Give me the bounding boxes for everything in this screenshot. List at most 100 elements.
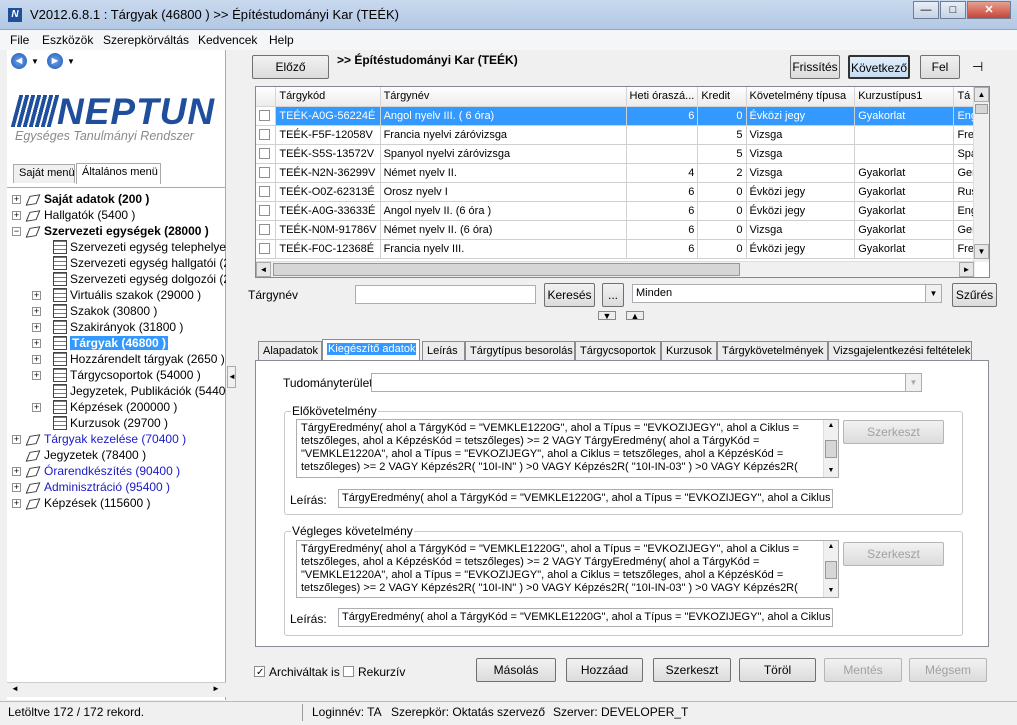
menu-szerepkorvaltas[interactable]: Szerepkörváltás: [103, 33, 189, 47]
tab-3[interactable]: Tárgytípus besorolás: [465, 341, 575, 361]
back-arrow-icon[interactable]: ◄: [11, 53, 27, 69]
tree-expander-icon[interactable]: +: [32, 323, 41, 332]
edit-button[interactable]: Szerkeszt: [653, 658, 731, 682]
elo-edit-button[interactable]: Szerkeszt: [843, 420, 944, 444]
tab-7[interactable]: Vizsgajelentkezési feltételek: [828, 341, 972, 361]
table-row[interactable]: TEÉK-A0G-33633É Angol nyelv II. (6 óra ) 6…: [256, 201, 989, 221]
row-checkbox[interactable]: [256, 239, 277, 259]
tree-item[interactable]: Szervezeti egység dolgozói (2880: [70, 271, 226, 287]
tree-expander-icon[interactable]: +: [12, 483, 21, 492]
menu-help[interactable]: Help: [269, 33, 294, 47]
collapse-left-panel-icon[interactable]: ◄: [227, 366, 236, 388]
prev-button[interactable]: Előző: [252, 55, 329, 79]
ellipsis-button[interactable]: ...: [602, 283, 624, 307]
tree-expander-icon[interactable]: +: [32, 307, 41, 316]
textarea-scrollbar[interactable]: ▲ ▼: [823, 420, 838, 477]
tree-item[interactable]: Tárgycsoportok (54000 ): [70, 367, 201, 383]
tab-1[interactable]: Kiegészítő adatok: [322, 339, 420, 361]
tab-altalanos-menu[interactable]: Általános menü: [76, 163, 161, 184]
pin-icon[interactable]: ⊣: [972, 59, 983, 75]
tree-item[interactable]: Jegyzetek (78400 ): [44, 447, 146, 463]
tree-item[interactable]: Szervezeti egység hallgatói (2860: [70, 255, 226, 271]
tree-item[interactable]: Jegyzetek, Publikációk (54400 ): [70, 383, 226, 399]
grid-vertical-scrollbar[interactable]: ▲ ▼: [973, 87, 989, 262]
recursive-checkbox[interactable]: Rekurzív: [343, 665, 405, 679]
table-row[interactable]: TEÉK-O0Z-62313É Orosz nyelv I 6 0 Évközi jeg…: [256, 182, 989, 202]
table-row[interactable]: TEÉK-F0C-12368É Francia nyelv III. 6 0 Évköz…: [256, 239, 989, 259]
subject-name-input[interactable]: [355, 285, 536, 304]
tab-2[interactable]: Leírás: [422, 341, 465, 361]
back-dropdown-icon[interactable]: ▼: [31, 57, 39, 66]
menu-file[interactable]: File: [10, 33, 29, 47]
tree-item[interactable]: Tárgyak kezelése (70400 ): [44, 431, 186, 447]
textarea-scroll-thumb[interactable]: [825, 561, 837, 579]
vegleges-kovetelmeny-textarea[interactable]: TárgyEredmény( ahol a TárgyKód = "VEMKLE…: [296, 540, 839, 598]
panel-splitter[interactable]: ▼ ▲: [236, 309, 1017, 321]
checkbox-icon[interactable]: [259, 186, 270, 198]
copy-button[interactable]: Másolás: [476, 658, 556, 682]
refresh-button[interactable]: Frissítés: [790, 55, 840, 79]
filter-combo[interactable]: Minden ▼: [632, 284, 942, 303]
checkbox-icon[interactable]: [259, 148, 270, 160]
veg-leiras-input[interactable]: TárgyEredmény( ahol a TárgyKód = "VEMKLE…: [338, 608, 833, 627]
checkbox-icon[interactable]: [259, 110, 270, 122]
row-checkbox[interactable]: [256, 144, 277, 164]
scroll-up-arrow-icon[interactable]: ▲: [974, 87, 989, 102]
filter-button[interactable]: Szűrés: [952, 283, 997, 307]
tree-expander-icon[interactable]: +: [32, 403, 41, 412]
tab-5[interactable]: Kurzusok: [661, 341, 717, 361]
tree-expander-icon[interactable]: +: [32, 371, 41, 380]
grid-vscroll-thumb[interactable]: [975, 104, 988, 114]
close-button[interactable]: ✕: [967, 1, 1011, 19]
maximize-button[interactable]: □: [940, 1, 966, 19]
tree-item[interactable]: Órarendkészítés (90400 ): [44, 463, 180, 479]
grid-column-header[interactable]: Tárgykód: [275, 87, 381, 107]
tree-expander-icon[interactable]: −: [12, 227, 21, 236]
grid-horizontal-scrollbar[interactable]: ◄ ►: [256, 261, 975, 277]
search-button[interactable]: Keresés: [544, 283, 595, 307]
checkbox-icon[interactable]: [259, 129, 270, 141]
table-row[interactable]: TEÉK-N0M-91786V Német nyelv II. (6 óra) 6 0…: [256, 220, 989, 240]
tree-item[interactable]: Kurzusok (29700 ): [70, 415, 168, 431]
row-checkbox[interactable]: [256, 201, 277, 221]
collapse-up-icon[interactable]: ▲: [626, 311, 644, 321]
tree-expander-icon[interactable]: +: [32, 339, 41, 348]
tree-item[interactable]: Képzések (200000 ): [70, 399, 177, 415]
archived-checkbox[interactable]: Archiváltak is: [254, 665, 340, 679]
checkbox-icon[interactable]: [259, 243, 270, 255]
elokovetelmeny-textarea[interactable]: TárgyEredmény( ahol a TárgyKód = "VEMKLE…: [296, 419, 839, 478]
tree-item[interactable]: Adminisztráció (95400 ): [44, 479, 170, 495]
row-checkbox[interactable]: [256, 220, 277, 240]
next-button[interactable]: Következő: [848, 55, 910, 79]
delete-button[interactable]: Töröl: [739, 658, 816, 682]
tab-4[interactable]: Tárgycsoportok: [575, 341, 661, 361]
elo-leiras-input[interactable]: TárgyEredmény( ahol a TárgyKód = "VEMKLE…: [338, 489, 833, 508]
table-row[interactable]: TEÉK-N2N-36299V Német nyelv II. 4 2 Vizsga Gy…: [256, 163, 989, 183]
tree-expander-icon[interactable]: +: [12, 467, 21, 476]
row-checkbox[interactable]: [256, 163, 277, 183]
row-checkbox[interactable]: [256, 182, 277, 202]
tab-sajat-menu[interactable]: Saját menü: [13, 164, 75, 183]
grid-column-header[interactable]: Követelmény típusa: [746, 87, 856, 107]
archived-check-icon[interactable]: [254, 666, 265, 678]
cancel-button[interactable]: Mégsem: [909, 658, 987, 682]
scroll-down-arrow-icon[interactable]: ▼: [824, 465, 838, 477]
scroll-left-arrow-icon[interactable]: ◄: [11, 684, 19, 693]
tree-item[interactable]: Tárgyak (46800 ): [70, 335, 169, 351]
scroll-left-arrow-icon[interactable]: ◄: [256, 262, 271, 277]
grid-column-header[interactable]: Kredit: [697, 87, 747, 107]
tree-item[interactable]: Saját adatok (200 ): [44, 191, 149, 207]
tree-horizontal-scrollbar[interactable]: ◄ ►: [7, 682, 226, 697]
chevron-down-icon[interactable]: ▼: [905, 374, 921, 391]
minimize-button[interactable]: —: [913, 1, 939, 19]
tree-expander-icon[interactable]: +: [32, 291, 41, 300]
tree-item[interactable]: Hallgatók (5400 ): [44, 207, 135, 223]
checkbox-icon[interactable]: [259, 167, 270, 179]
tree-item[interactable]: Virtuális szakok (29000 ): [70, 287, 201, 303]
textarea-scrollbar[interactable]: ▲ ▼: [823, 541, 838, 597]
tree-item[interactable]: Szakok (30800 ): [70, 303, 157, 319]
scroll-up-arrow-icon[interactable]: ▲: [824, 541, 838, 553]
tree-expander-icon[interactable]: +: [12, 499, 21, 508]
grid-column-header[interactable]: [256, 87, 277, 107]
grid-column-header[interactable]: Tárgynév: [380, 87, 627, 107]
